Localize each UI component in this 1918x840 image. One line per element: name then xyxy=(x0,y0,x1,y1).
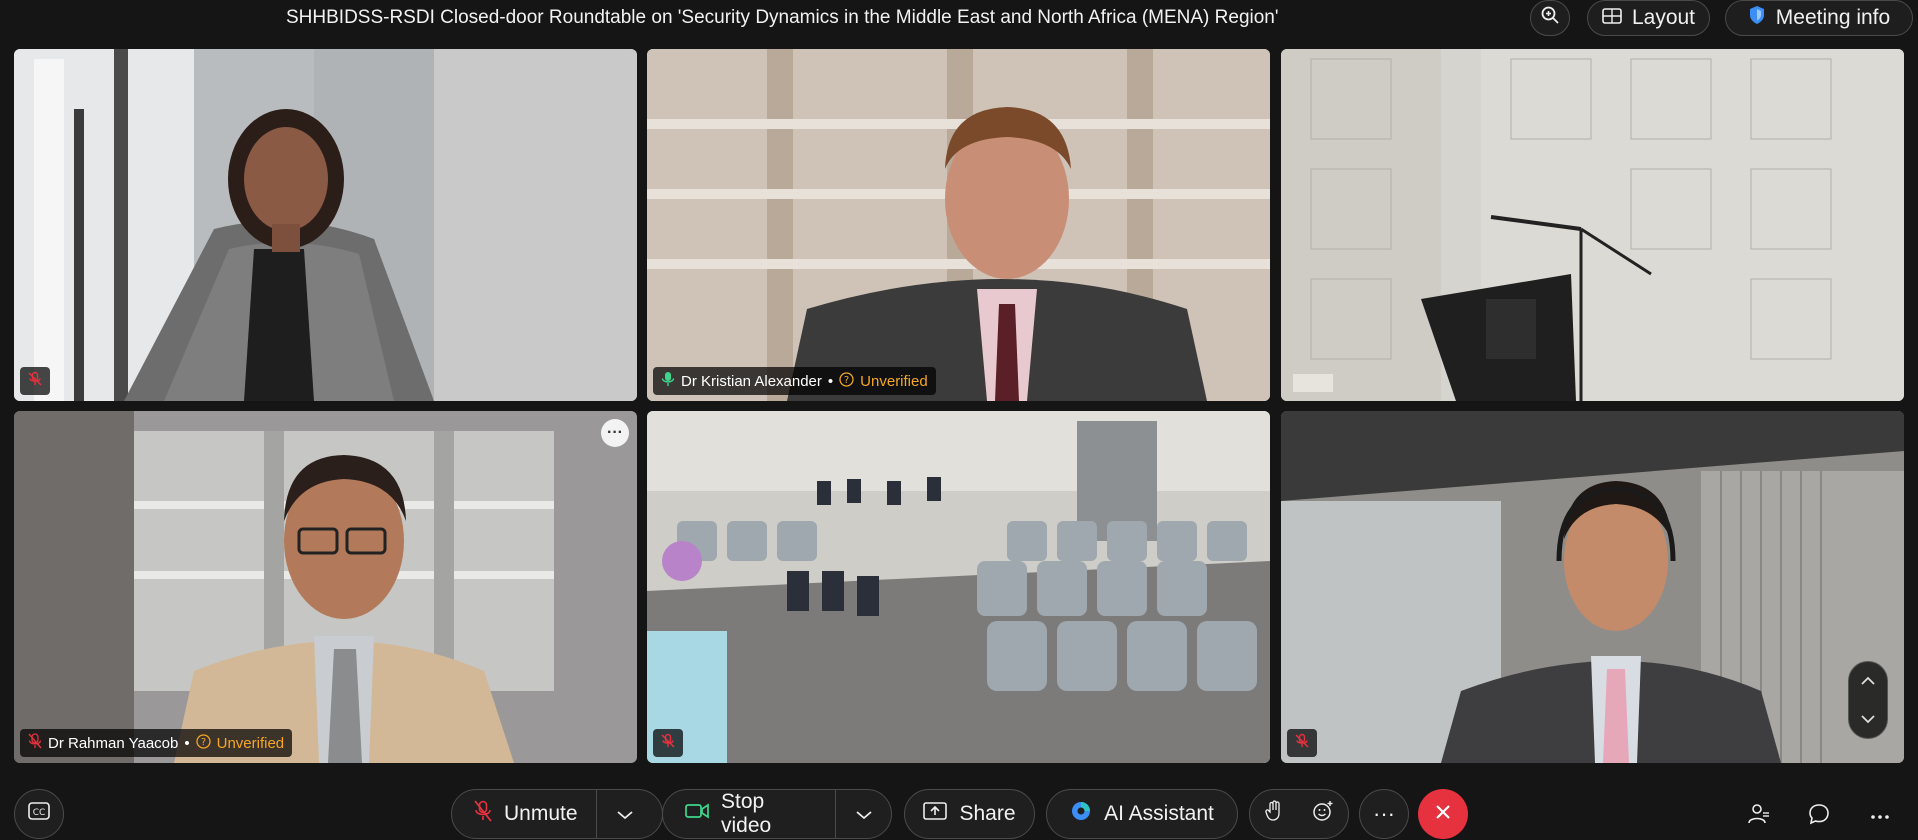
unmute-button[interactable]: Unmute xyxy=(452,790,596,838)
mic-muted-icon xyxy=(660,733,676,754)
chevron-down-icon xyxy=(855,802,873,826)
more-horizontal-icon xyxy=(1870,807,1890,825)
zoom-in-icon xyxy=(1540,5,1560,31)
participant-name: Dr Rahman Yaacob xyxy=(48,734,179,752)
unverified-icon: ? xyxy=(839,371,854,391)
chevron-down-icon[interactable] xyxy=(1853,704,1883,734)
raise-hand-icon[interactable] xyxy=(1264,800,1283,828)
muted-badge xyxy=(1287,729,1317,757)
svg-text:?: ? xyxy=(200,737,205,748)
mic-muted-icon xyxy=(28,733,42,753)
unmute-control: Unmute xyxy=(451,789,663,839)
mic-muted-icon xyxy=(1294,733,1310,754)
control-bar: CC Unmute Stop video Share AI Assistant … xyxy=(0,770,1918,840)
participant-name: Dr Kristian Alexander xyxy=(681,372,822,390)
name-separator: • xyxy=(184,734,190,752)
share-label: Share xyxy=(959,802,1016,825)
chat-button[interactable] xyxy=(1803,800,1835,832)
closed-captions-icon: CC xyxy=(28,802,50,826)
top-bar: SHHBIDSS-RSDI Closed-door Roundtable on … xyxy=(0,0,1918,40)
chat-bubble-icon xyxy=(1807,802,1831,831)
unmute-label: Unmute xyxy=(504,802,578,825)
participant-video xyxy=(647,411,1270,763)
video-tile-participant-6[interactable] xyxy=(1281,411,1904,763)
meeting-window: SHHBIDSS-RSDI Closed-door Roundtable on … xyxy=(0,0,1918,840)
participant-nametag: Dr Kristian Alexander • ? Unverified xyxy=(653,367,936,395)
participant-video xyxy=(647,49,1270,401)
participant-nametag: Dr Rahman Yaacob • ? Unverified xyxy=(20,729,293,757)
verification-status: Unverified xyxy=(860,372,928,390)
ai-assistant-icon xyxy=(1070,800,1092,828)
stop-video-button[interactable]: Stop video xyxy=(663,790,835,838)
mic-muted-icon xyxy=(27,371,43,392)
video-options-button[interactable] xyxy=(836,790,891,838)
leave-meeting-button[interactable] xyxy=(1418,789,1468,839)
participants-icon xyxy=(1747,802,1771,831)
participant-video xyxy=(14,411,637,763)
participant-video xyxy=(1281,49,1904,401)
emoji-reaction-icon[interactable] xyxy=(1312,800,1334,828)
verification-status: Unverified xyxy=(216,734,285,752)
video-tile-participant-3[interactable] xyxy=(1281,49,1904,401)
video-tile-participant-2[interactable]: Dr Kristian Alexander • ? Unverified xyxy=(647,49,1270,401)
svg-text:?: ? xyxy=(844,375,849,386)
video-tile-participant-5[interactable] xyxy=(647,411,1270,763)
meeting-info-button[interactable]: Meeting info xyxy=(1725,0,1913,36)
tile-more-options-button[interactable]: ··· xyxy=(601,419,629,447)
more-options-button[interactable]: ··· xyxy=(1359,789,1409,839)
video-tile-participant-4[interactable]: ··· Dr Rahman Yaacob • ? Unverified xyxy=(14,411,637,763)
name-separator: • xyxy=(827,372,834,390)
zoom-button[interactable] xyxy=(1530,0,1570,36)
layout-label: Layout xyxy=(1631,6,1696,29)
reactions-group xyxy=(1249,789,1349,839)
chevron-down-icon xyxy=(616,802,634,826)
svg-text:CC: CC xyxy=(33,808,46,818)
more-options-label: ··· xyxy=(1373,801,1395,826)
chevron-up-icon[interactable] xyxy=(1853,666,1883,696)
captions-button[interactable]: CC xyxy=(14,789,64,839)
muted-badge xyxy=(653,729,683,757)
unverified-icon: ? xyxy=(195,733,211,753)
video-control: Stop video xyxy=(662,789,892,839)
audio-options-button[interactable] xyxy=(597,790,653,838)
layout-button[interactable]: Layout xyxy=(1587,0,1710,36)
layout-icon xyxy=(1602,6,1622,30)
grid-scroll-control xyxy=(1848,661,1888,739)
stop-video-label: Stop video xyxy=(721,790,772,837)
mic-muted-icon xyxy=(474,800,492,828)
meeting-title: SHHBIDSS-RSDI Closed-door Roundtable on … xyxy=(286,7,1279,28)
participant-video xyxy=(14,49,637,401)
ai-assistant-button[interactable]: AI Assistant xyxy=(1046,789,1238,839)
video-tile-participant-1[interactable] xyxy=(14,49,637,401)
muted-badge xyxy=(20,367,50,395)
ai-assistant-label: AI Assistant xyxy=(1104,802,1214,825)
share-screen-icon xyxy=(923,802,948,826)
meeting-info-label: Meeting info xyxy=(1775,6,1891,29)
more-panels-button[interactable] xyxy=(1864,800,1896,832)
share-button[interactable]: Share xyxy=(904,789,1035,839)
video-camera-icon xyxy=(685,802,709,826)
mic-active-icon xyxy=(661,371,675,391)
shield-icon xyxy=(1748,5,1766,31)
participant-video xyxy=(1281,411,1904,763)
close-icon xyxy=(1434,803,1452,826)
participants-button[interactable] xyxy=(1743,800,1775,832)
